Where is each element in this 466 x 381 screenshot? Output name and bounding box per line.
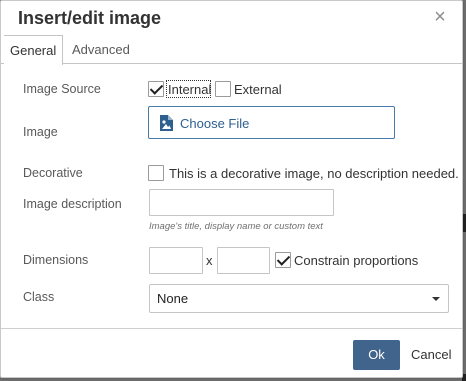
choose-file-button[interactable]: Choose File — [148, 106, 395, 139]
dialog-header: Insert/edit image × — [1, 1, 462, 35]
internal-checkbox[interactable] — [148, 81, 164, 97]
focus-outline — [166, 80, 211, 98]
constrain-proportions-label[interactable]: Constrain proportions — [294, 253, 418, 268]
class-selected-value: None — [157, 291, 189, 306]
insert-edit-image-dialog: Insert/edit image × General Advanced Ima… — [0, 0, 463, 378]
cancel-button[interactable]: Cancel — [411, 347, 451, 362]
tab-general[interactable]: General — [4, 35, 64, 65]
dimensions-label: Dimensions — [23, 253, 89, 267]
image-description-label: Image description — [23, 197, 122, 211]
chevron-down-icon — [432, 297, 440, 301]
close-icon[interactable]: × — [432, 7, 448, 27]
image-description-input[interactable] — [149, 189, 334, 216]
decorative-checkbox[interactable] — [148, 165, 164, 181]
decorative-checkbox-label[interactable]: This is a decorative image, no descripti… — [169, 166, 459, 181]
tab-advanced[interactable]: Advanced — [65, 35, 137, 64]
class-label: Class — [23, 290, 55, 304]
class-select[interactable]: None — [149, 284, 449, 313]
height-input[interactable] — [217, 247, 270, 274]
image-label: Image — [23, 125, 58, 139]
decorative-label: Decorative — [23, 166, 83, 180]
constrain-proportions-checkbox[interactable] — [275, 252, 291, 268]
image-description-hint: Image's title, display name or custom te… — [149, 221, 323, 232]
external-checkbox[interactable] — [215, 81, 231, 97]
ok-button[interactable]: Ok — [353, 340, 400, 370]
external-checkbox-label[interactable]: External — [234, 82, 282, 97]
dialog-title: Insert/edit image — [18, 8, 162, 28]
footer-divider — [1, 328, 462, 329]
dimension-separator: x — [206, 253, 213, 268]
image-file-icon — [160, 115, 173, 131]
tab-bar: General Advanced — [1, 35, 462, 65]
width-input[interactable] — [149, 247, 203, 274]
choose-file-label: Choose File — [180, 116, 250, 131]
image-source-label: Image Source — [23, 82, 101, 96]
